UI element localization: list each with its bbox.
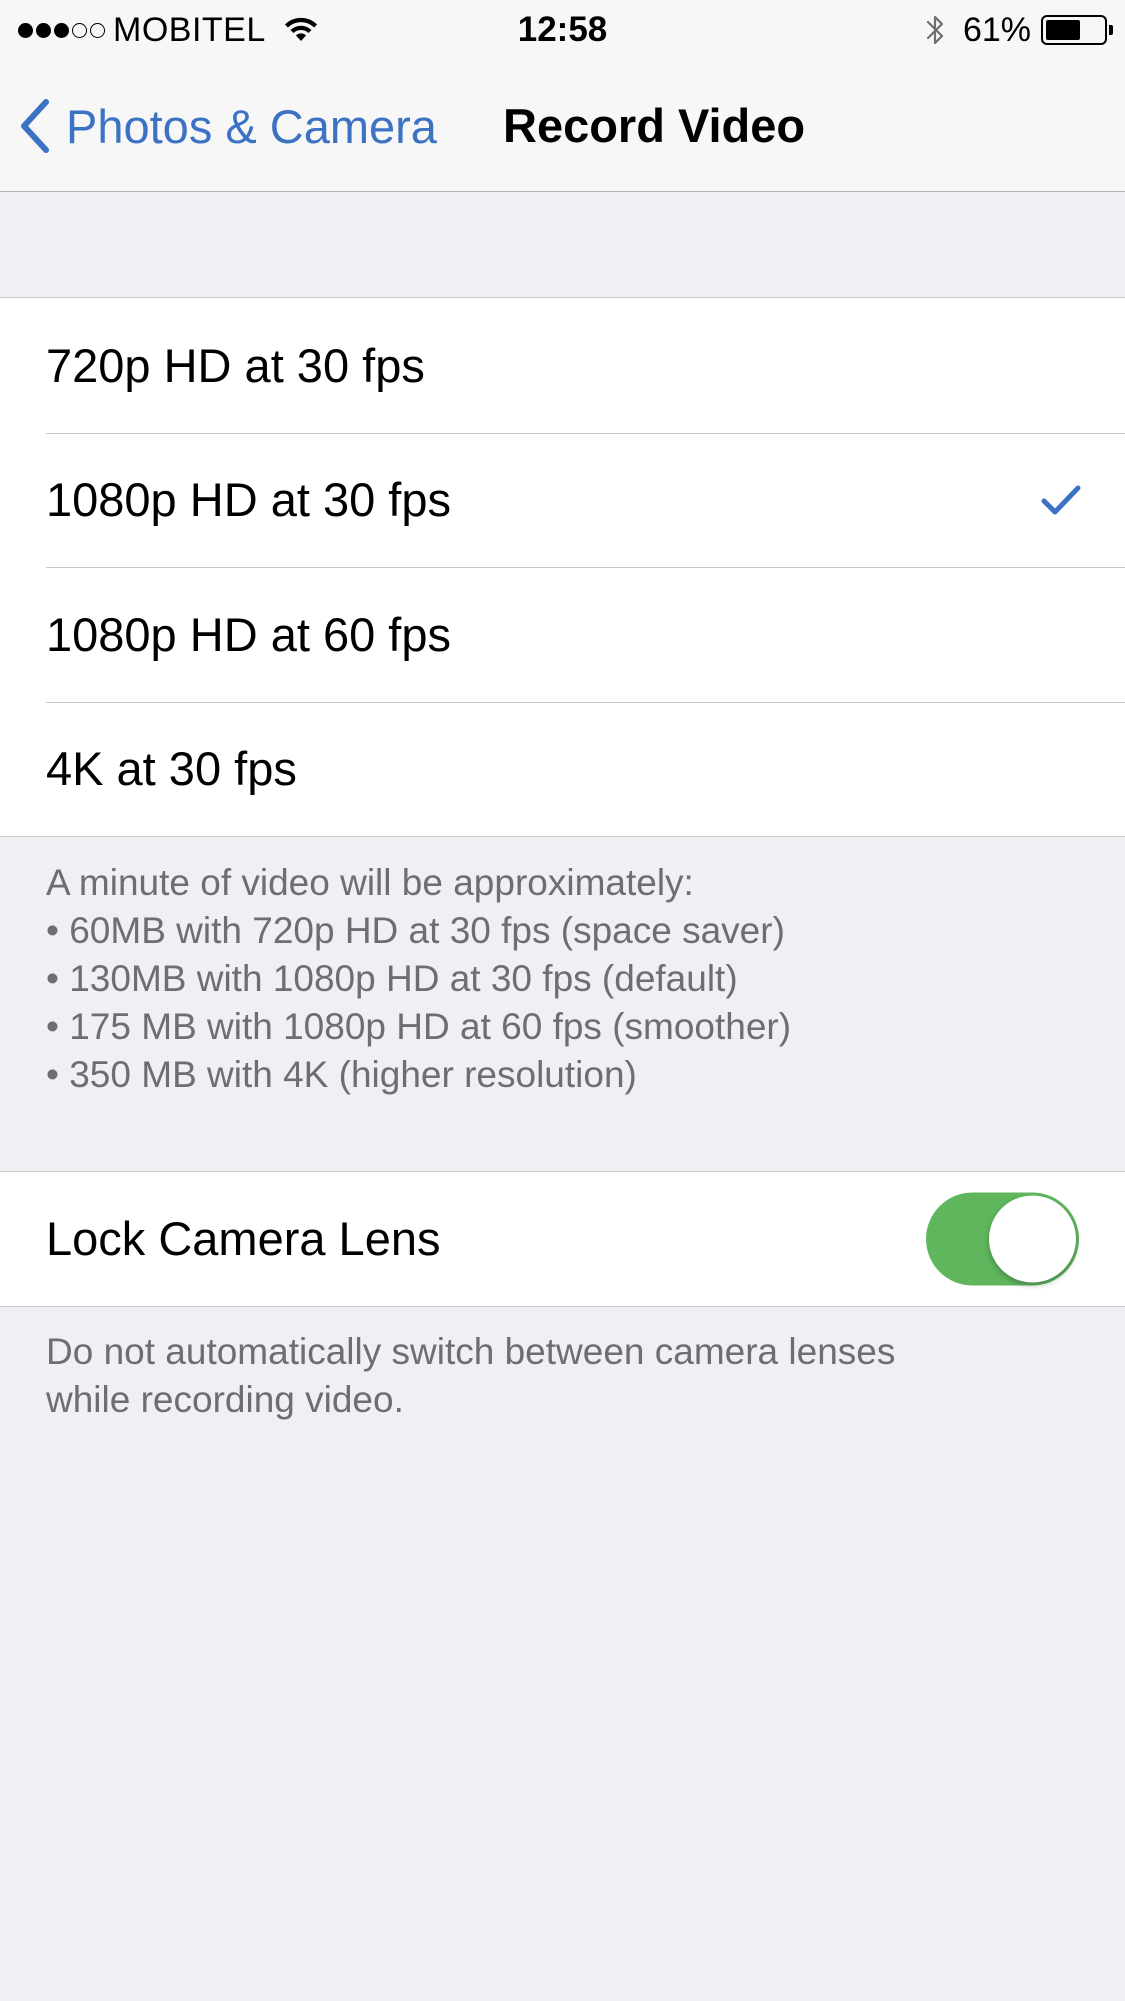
toggle-knob [989,1195,1076,1282]
battery-icon [1041,15,1113,45]
battery-percent: 61% [962,10,1031,49]
status-bar-right: 61% [925,8,1113,52]
footer-line: • 350 MB with 4K (higher resolution) [46,1054,637,1095]
option-1080p-30[interactable]: 1080p HD at 30 fps [0,432,1125,568]
video-size-footer: A minute of video will be approximately:… [46,859,1086,1099]
bluetooth-icon [925,12,947,48]
footer-line: while recording video. [46,1379,404,1420]
lock-lens-group: Lock Camera Lens [0,1171,1125,1307]
lock-camera-lens-toggle[interactable] [926,1192,1079,1285]
page-title: Record Video [503,99,806,152]
footer-line: • 130MB with 1080p HD at 30 fps (default… [46,958,738,999]
option-label: 4K at 30 fps [46,742,297,796]
option-label: 1080p HD at 30 fps [46,473,451,527]
option-1080p-60[interactable]: 1080p HD at 60 fps [0,567,1125,702]
back-button[interactable]: Photos & Camera [20,60,437,192]
option-label: 1080p HD at 60 fps [46,607,451,661]
footer-line: A minute of video will be approximately: [46,862,694,903]
video-format-list: 720p HD at 30 fps 1080p HD at 30 fps 108… [0,297,1125,837]
chevron-left-icon [20,99,50,153]
option-label: 720p HD at 30 fps [46,338,425,392]
navigation-bar: Photos & Camera Record Video [0,60,1125,192]
footer-line: • 175 MB with 1080p HD at 60 fps (smooth… [46,1006,792,1047]
footer-line: Do not automatically switch between came… [46,1331,896,1372]
lock-camera-lens-label: Lock Camera Lens [46,1212,441,1265]
battery-level [1046,20,1081,40]
checkmark-icon [1041,484,1081,516]
back-button-label: Photos & Camera [66,99,437,153]
battery-nub [1109,25,1113,35]
lock-lens-footer: Do not automatically switch between came… [46,1328,1086,1424]
status-bar: MOBITEL 12:58 61% [0,0,1125,60]
option-4k-30[interactable]: 4K at 30 fps [0,701,1125,837]
footer-line: • 60MB with 720p HD at 30 fps (space sav… [46,910,785,951]
lock-camera-lens-row: Lock Camera Lens [0,1172,1125,1305]
option-720p-30[interactable]: 720p HD at 30 fps [0,298,1125,433]
